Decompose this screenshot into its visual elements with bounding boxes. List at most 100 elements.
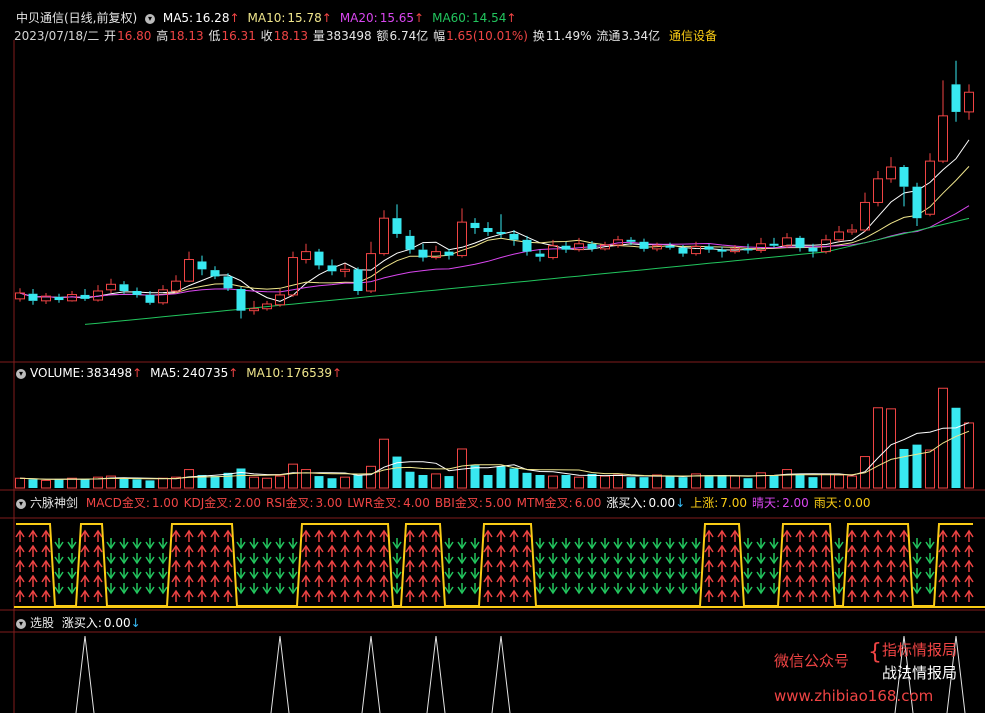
candle-body (769, 243, 779, 246)
ma-legend-item: MA20: 15.65↑ (340, 11, 424, 25)
indicator-header: ▾ 六脉神剑 MACD金叉: 1.00 KDJ金叉: 2.00 RSI金叉: 3.00 LWR… (16, 494, 880, 511)
volume-bar (626, 477, 636, 488)
watermark-brand1: 指标情报局 (882, 641, 958, 659)
volume-bar (405, 471, 415, 488)
chg-label: 幅 (433, 29, 446, 43)
volume-bar (743, 478, 753, 488)
volume-ma10-line (19, 430, 970, 480)
indicator-legend-item: KDJ金叉: 2.00 (184, 496, 261, 510)
volume-bar (717, 474, 727, 488)
price-panel (15, 60, 974, 325)
volume-bar (652, 474, 662, 489)
volume-legend-value: 240735 (182, 366, 229, 380)
volume-bar (899, 448, 909, 488)
volume-legend-item: MA10: 176539↑ (246, 366, 342, 380)
float-value: 3.34亿 (621, 29, 661, 43)
candle-body (353, 269, 363, 291)
ma-legend: MA5: 16.28↑ MA10: 15.78↑ MA20: 15.65↑ MA60: 14.… (163, 11, 525, 25)
sector-label[interactable]: 通信设备 (669, 29, 717, 43)
candle-body (236, 289, 246, 311)
volume-bar (613, 474, 623, 489)
volume-bar (782, 469, 792, 489)
turn-value: 11.49% (545, 29, 592, 43)
indicator-legend-item: MTM金叉: 6.00 (517, 496, 602, 510)
indicator-legend-value: 2.00 (234, 496, 261, 510)
chart-canvas[interactable] (0, 0, 985, 713)
candle-body (938, 115, 948, 162)
signal-panel (14, 523, 985, 608)
volume-bar (470, 465, 480, 488)
ma-legend-label: MA5: (162, 11, 194, 25)
volume-bar (80, 479, 90, 488)
volume-bar (145, 480, 155, 488)
candle-body (366, 253, 376, 292)
candle-body (834, 231, 844, 241)
indicator-legend-value: 4.00 (403, 496, 430, 510)
select-name: 选股 (30, 616, 55, 630)
volume-legend-item: VOLUME: 383498↑ (30, 366, 142, 380)
candle-body (392, 218, 402, 234)
candle-body (418, 249, 428, 258)
volume-bar (54, 479, 64, 488)
candle-body (197, 261, 207, 270)
volume-bar (431, 473, 441, 489)
candle-body (626, 239, 636, 242)
volume-bar (236, 468, 246, 488)
ma-legend-item: MA5: 16.28↑ (163, 11, 240, 25)
volume-bar (67, 477, 77, 489)
volume-bar (808, 477, 818, 488)
ma-legend-label: MA10: (247, 11, 286, 25)
select-legend-value: 0.00 (103, 616, 131, 630)
volume-bar (444, 476, 454, 488)
volume-ma5-line (19, 422, 970, 480)
candle-body (171, 280, 181, 292)
candle-body (808, 247, 818, 252)
volume-bar (769, 474, 779, 488)
volume-bar (873, 407, 883, 489)
volume-bar (262, 477, 272, 489)
float-label: 流通 (596, 29, 621, 43)
panel-menu-icon[interactable]: ▾ (16, 498, 26, 509)
high-value: 18.13 (169, 29, 204, 43)
candle-body (327, 265, 337, 272)
indicator-legend-value: 0.00 (648, 496, 676, 510)
candle-body (847, 229, 857, 233)
candle-body (28, 293, 38, 301)
volume-bar (704, 476, 714, 488)
volume-bar (678, 477, 688, 488)
indicator-name: 六脉神剑 (30, 496, 79, 510)
volume-legend: VOLUME: 383498↑ MA5: 240735↑ MA10: 176539↑ (30, 366, 350, 380)
volume-header: ▾ VOLUME: 383498↑ MA5: 240735↑ MA10: 176539↑ (16, 366, 354, 380)
candle-body (106, 283, 116, 291)
select-legend: 涨买入: 0.00↓ (62, 616, 149, 630)
panel-menu-icon[interactable]: ▾ (16, 368, 26, 379)
ma10-line (19, 166, 970, 299)
volume-bar (522, 472, 532, 488)
select-spike (75, 635, 95, 713)
volume-legend-value: 176539 (286, 366, 332, 380)
dropdown-icon[interactable]: ▾ (145, 13, 156, 24)
indicator-legend-label: LWR金叉: (347, 496, 402, 510)
candle-body (379, 217, 389, 255)
volume-bar (158, 477, 168, 489)
volume-legend-label: MA5: (150, 366, 181, 380)
panel-menu-icon[interactable]: ▾ (16, 618, 26, 629)
candle-body (860, 201, 870, 231)
candle-body (54, 296, 64, 301)
indicator-legend-label: BBI金叉: (434, 496, 483, 510)
arrow-down-icon: ↓ (130, 616, 141, 630)
volume-bar (275, 475, 285, 489)
candle-body (470, 222, 480, 229)
indicator-legend-item: 雨天: 0.00 (814, 496, 871, 510)
volume-bar (327, 478, 337, 488)
indicator-legend-label: MTM金叉: (516, 496, 573, 510)
indicator-legend-label: 上涨: (690, 496, 719, 510)
volume-bar (600, 475, 610, 489)
candle-body (301, 251, 311, 261)
indicator-legend-item: 上涨: 7.00 (690, 496, 747, 510)
ma-legend-value: 16.28 (195, 11, 230, 25)
low-label: 低 (208, 29, 221, 43)
candle-body (717, 249, 727, 252)
turn-label: 换 (532, 29, 545, 43)
volume-bar (223, 472, 233, 488)
